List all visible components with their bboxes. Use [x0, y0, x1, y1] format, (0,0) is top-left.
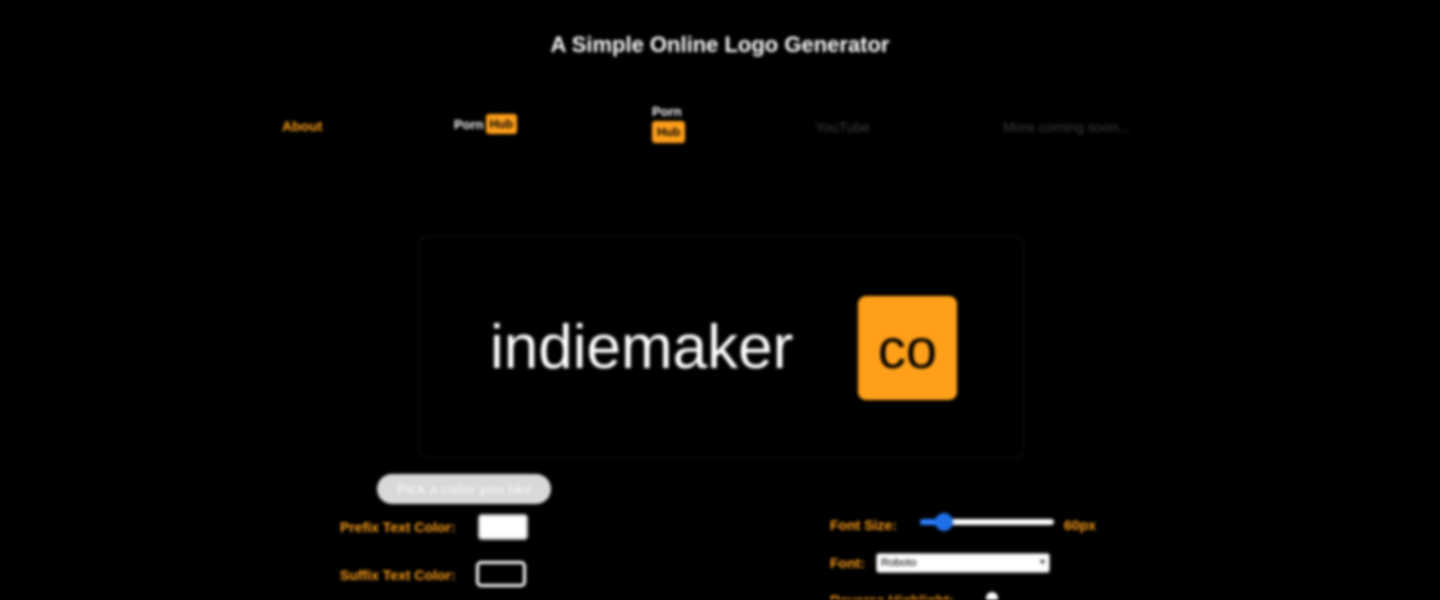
prefix-text-color-picker[interactable]: [478, 514, 528, 540]
suffix-text-color-picker[interactable]: [476, 561, 526, 587]
nav-more-coming-soon[interactable]: More coming soon...: [1003, 119, 1130, 135]
pick-color-button[interactable]: Pick a color you like: [377, 474, 551, 504]
reverse-highlight-label: Reverse Highlight:: [830, 592, 954, 600]
nav-style-horizontal-logo[interactable]: Porn Hub: [454, 114, 517, 134]
page: A Simple Online Logo Generator About Por…: [0, 0, 1440, 600]
reverse-highlight-toggle[interactable]: [986, 592, 998, 600]
font-size-value: 60px: [1064, 517, 1096, 533]
font-label: Font:: [830, 555, 865, 571]
mini-logo-suffix: Hub: [485, 114, 517, 134]
font-select[interactable]: Roboto ▾: [876, 553, 1050, 573]
nav-youtube-link[interactable]: YouTube: [815, 119, 870, 135]
mini-logo-suffix: Hub: [652, 121, 686, 143]
nav-style-vertical-logo[interactable]: Porn Hub: [652, 104, 686, 143]
chevron-down-icon: ▾: [1039, 557, 1045, 568]
mini-logo-prefix: Porn: [652, 104, 682, 119]
font-select-value: Roboto: [881, 557, 917, 569]
logo-suffix-box[interactable]: co: [858, 296, 957, 400]
logo-suffix-text[interactable]: co: [878, 316, 937, 381]
prefix-text-color-label: Prefix Text Color:: [340, 519, 456, 535]
font-size-label: Font Size:: [830, 517, 897, 533]
page-title: A Simple Online Logo Generator: [550, 32, 890, 57]
suffix-text-color-label: Suffix Text Color:: [340, 567, 456, 583]
nav-about-link[interactable]: About: [282, 118, 322, 134]
logo-prefix-text[interactable]: indiemaker: [490, 312, 793, 383]
font-size-slider-thumb[interactable]: [935, 513, 954, 531]
mini-logo-prefix: Porn: [454, 116, 484, 132]
